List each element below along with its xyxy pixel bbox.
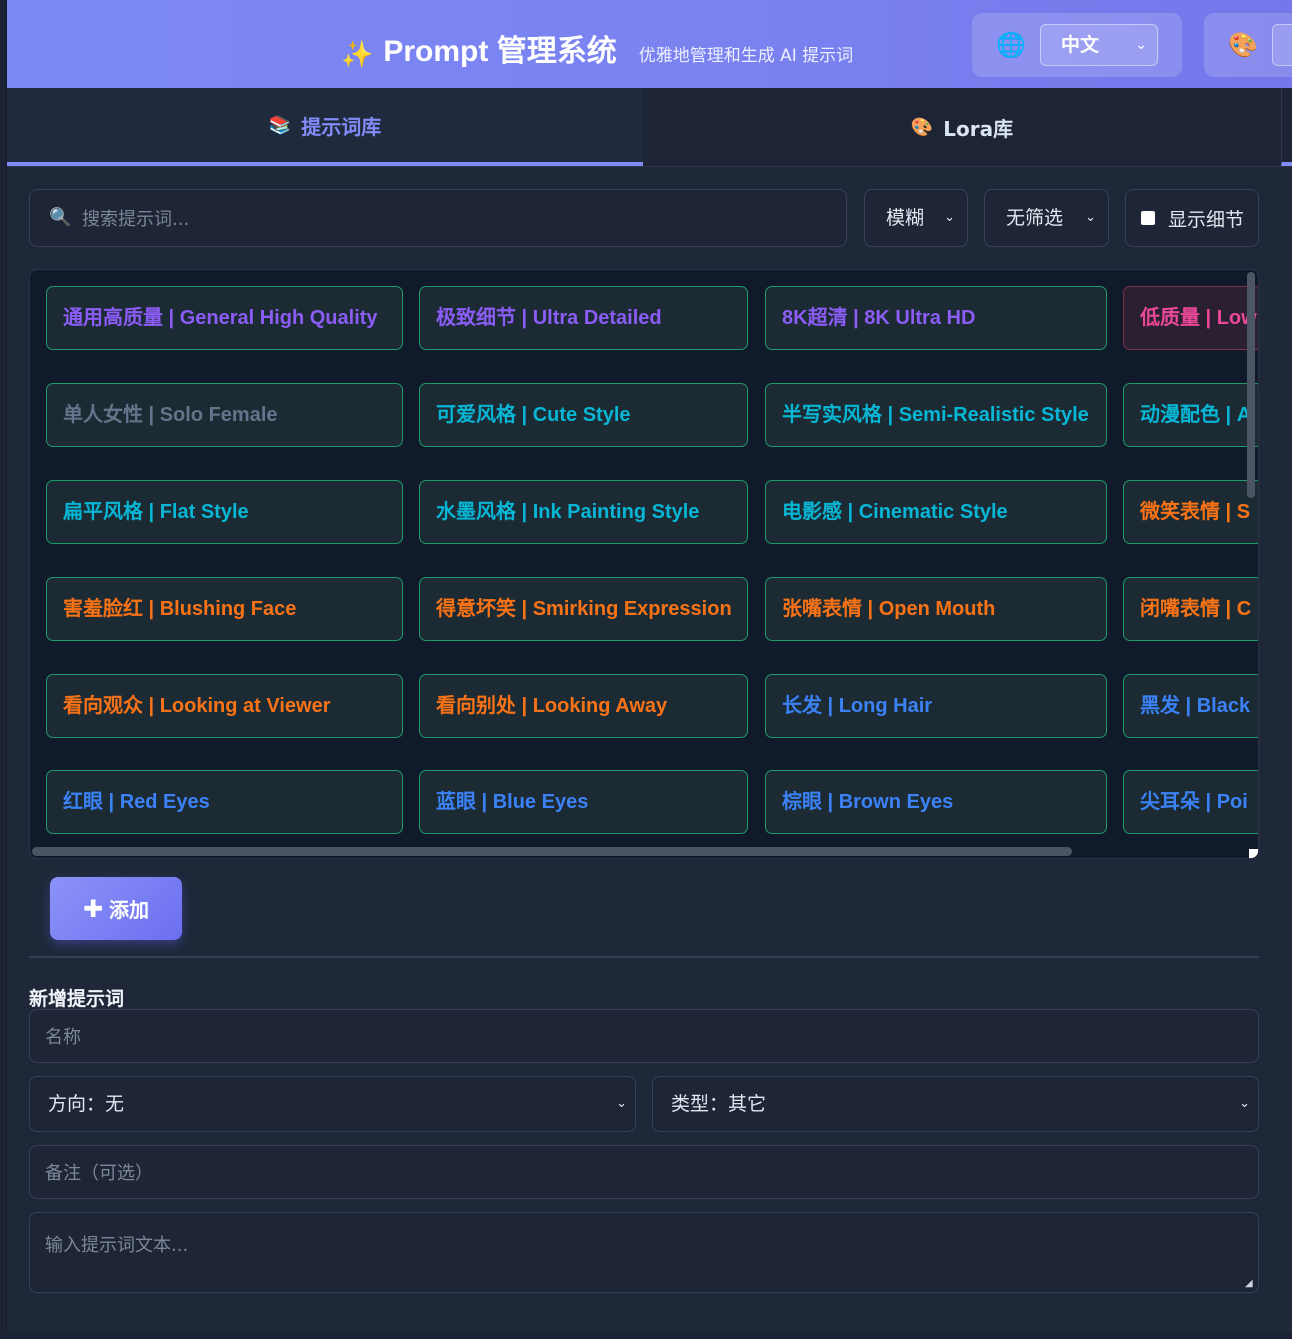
app-title: Prompt 管理系统 <box>383 35 617 68</box>
name-field <box>29 1009 1259 1063</box>
chevron-down-icon: ⌄ <box>1135 37 1147 53</box>
language-switcher: 🌐 中文 ⌄ <box>972 13 1182 77</box>
resize-handle-icon[interactable]: ◢ <box>1245 1279 1255 1289</box>
sparkles-icon: ✨ <box>341 40 374 70</box>
chevron-down-icon: ⌄ <box>1239 1096 1250 1111</box>
prompt-text-field: ◢ <box>29 1212 1259 1293</box>
show-details-label: 显示细节 <box>1168 208 1245 231</box>
filter-select[interactable]: 无筛选 ⌄ <box>984 189 1109 247</box>
match-mode-value: 模糊 <box>886 207 925 229</box>
search-input[interactable] <box>80 200 824 238</box>
plus-icon: ✚ <box>82 894 104 923</box>
note-input[interactable] <box>43 1156 1237 1190</box>
prompt-grid: 尖耳朵 | Poi 棕眼 | Brown Eyes 蓝眼 | Blue Eyes 红眼… <box>29 269 1259 859</box>
header-bar: ✨ Prompt 管理系统 优雅地管理和生成 AI 提示词 🌐 中文 ⌄ 🎨 <box>7 0 1292 88</box>
search-icon: 🔍 <box>49 207 72 228</box>
prompt-chip[interactable]: 红眼 | Red Eyes <box>46 770 403 834</box>
prompt-chip[interactable]: 电影感 | Cinematic Style <box>765 480 1107 544</box>
prompt-chip[interactable]: 得意坏笑 | Smirking Expression <box>419 577 748 641</box>
tab-label: 提示词库 <box>301 114 382 139</box>
tab-bar: 📚 提示词库 🎨 Lora库 <box>7 88 1292 167</box>
type-select[interactable]: 类型：其它 ⌄ <box>652 1076 1259 1132</box>
section-divider <box>29 956 1259 958</box>
prompt-chip[interactable]: 棕眼 | Brown Eyes <box>765 770 1107 834</box>
show-details-checkbox[interactable] <box>1141 211 1155 225</box>
prompt-chip[interactable]: 害羞脸红 | Blushing Face <box>46 577 403 641</box>
palette-icon: 🎨 <box>910 116 934 138</box>
app-subtitle: 优雅地管理和生成 AI 提示词 <box>638 46 854 66</box>
prompt-chip[interactable]: 通用高质量 | General High Quality <box>46 286 403 350</box>
globe-icon: 🌐 <box>996 31 1026 59</box>
theme-switcher: 🎨 <box>1204 13 1292 77</box>
palette-icon: 🎨 <box>1228 31 1258 59</box>
prompt-text-input[interactable] <box>43 1229 1237 1289</box>
note-field <box>29 1145 1259 1199</box>
prompt-chip[interactable]: 闭嘴表情 | C <box>1123 577 1258 641</box>
match-mode-select[interactable]: 模糊 ⌄ <box>864 189 968 247</box>
theme-select[interactable] <box>1272 24 1292 66</box>
prompt-chip[interactable]: 蓝眼 | Blue Eyes <box>419 770 748 834</box>
prompt-chip[interactable]: 张嘴表情 | Open Mouth <box>765 577 1107 641</box>
tab-overflow-edge <box>1281 88 1292 166</box>
prompt-chip[interactable]: 扁平风格 | Flat Style <box>46 480 403 544</box>
horizontal-scrollbar[interactable] <box>32 847 1072 856</box>
prompt-chip[interactable]: 看向观众 | Looking at Viewer <box>46 674 403 738</box>
vertical-scrollbar[interactable] <box>1247 272 1255 498</box>
language-value: 中文 <box>1061 34 1100 56</box>
chevron-down-icon: ⌄ <box>1085 210 1096 225</box>
chevron-down-icon: ⌄ <box>944 210 955 225</box>
app-window: ✨ Prompt 管理系统 优雅地管理和生成 AI 提示词 🌐 中文 ⌄ 🎨 📚… <box>6 0 1292 1333</box>
add-button[interactable]: ✚ 添加 <box>50 877 182 940</box>
direction-value: 方向：无 <box>48 1093 125 1115</box>
search-box: 🔍 <box>29 189 847 247</box>
prompt-chip[interactable]: 尖耳朵 | Poi <box>1123 770 1258 834</box>
scroll-corner <box>1249 849 1258 858</box>
prompt-chip[interactable]: 水墨风格 | Ink Painting Style <box>419 480 748 544</box>
brand: ✨ Prompt 管理系统 优雅地管理和生成 AI 提示词 <box>341 26 854 70</box>
prompt-chip[interactable]: 极致细节 | Ultra Detailed <box>419 286 748 350</box>
prompt-chip[interactable]: 动漫配色 | A <box>1123 383 1258 447</box>
type-value: 类型：其它 <box>671 1093 767 1115</box>
tab-label: Lora库 <box>943 116 1014 141</box>
form-title: 新增提示词 <box>29 988 125 1010</box>
prompt-chip[interactable]: 长发 | Long Hair <box>765 674 1107 738</box>
prompt-chip[interactable]: 黑发 | Black <box>1123 674 1258 738</box>
show-details-toggle[interactable]: 显示细节 <box>1125 189 1259 247</box>
prompt-chip[interactable]: 单人女性 | Solo Female <box>46 383 403 447</box>
prompt-chip[interactable]: 半写实风格 | Semi-Realistic Style <box>765 383 1107 447</box>
tab-lora-library[interactable]: 🎨 Lora库 <box>643 88 1281 166</box>
add-button-label: 添加 <box>109 898 150 922</box>
language-select[interactable]: 中文 ⌄ <box>1040 24 1158 66</box>
prompt-chip[interactable]: 低质量 | Low <box>1123 286 1258 350</box>
name-input[interactable] <box>43 1020 1237 1054</box>
prompt-chip[interactable]: 8K超清 | 8K Ultra HD <box>765 286 1107 350</box>
chevron-down-icon: ⌄ <box>616 1096 627 1111</box>
prompt-chip[interactable]: 微笑表情 | S <box>1123 480 1258 544</box>
tab-prompt-library[interactable]: 📚 提示词库 <box>7 88 643 166</box>
prompt-chip[interactable]: 可爱风格 | Cute Style <box>419 383 748 447</box>
filter-value: 无筛选 <box>1006 207 1064 229</box>
direction-select[interactable]: 方向：无 ⌄ <box>29 1076 636 1132</box>
books-icon: 📚 <box>268 114 292 136</box>
prompt-chip[interactable]: 看向别处 | Looking Away <box>419 674 748 738</box>
